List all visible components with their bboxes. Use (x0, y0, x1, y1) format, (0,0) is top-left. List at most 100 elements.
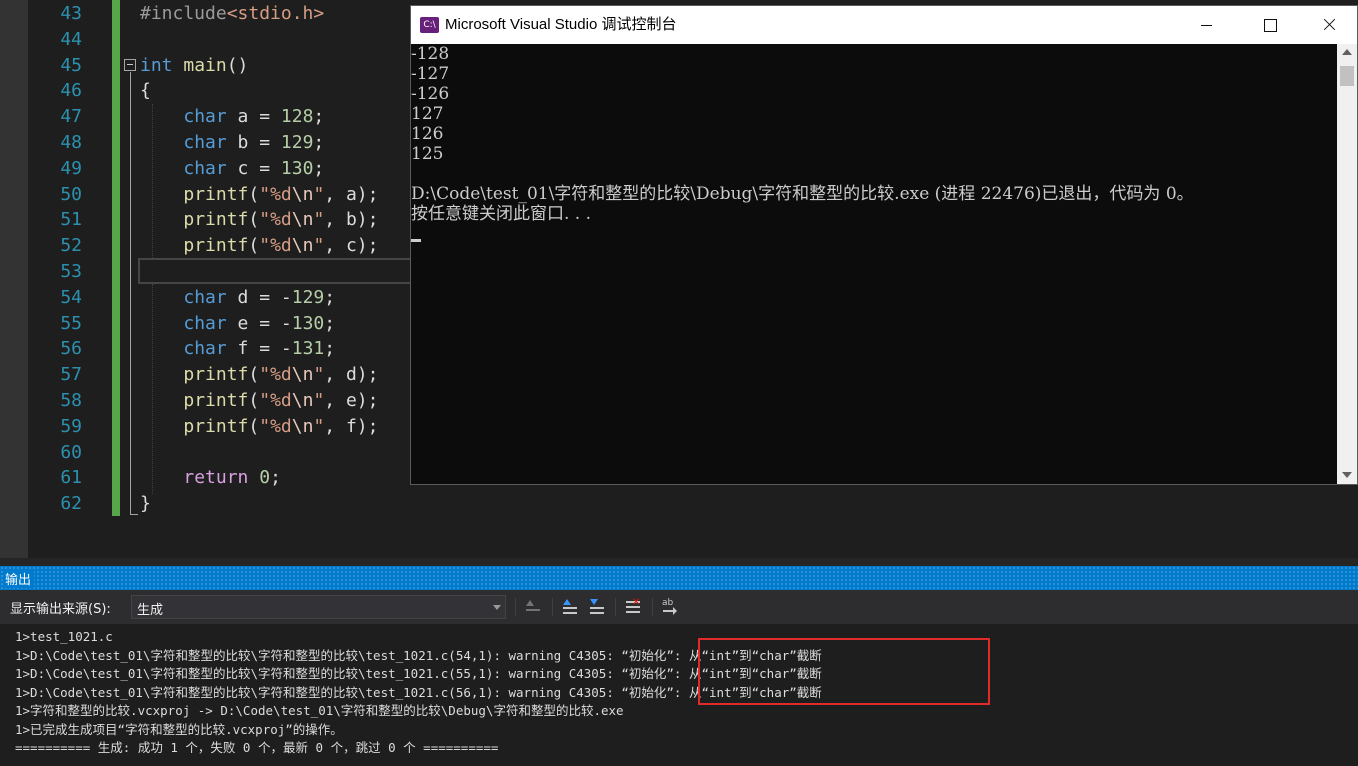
console-scrollbar[interactable] (1337, 44, 1357, 484)
code-text: char c = 130; (140, 156, 324, 182)
code-token: ( (248, 209, 260, 231)
code-token: return (183, 467, 249, 489)
code-token: ( (248, 235, 260, 257)
code-token: , d); (324, 364, 379, 386)
code-text: } (140, 491, 151, 517)
log-line: 1>test_1021.c (15, 629, 113, 644)
code-token: "%d (259, 364, 292, 386)
code-text: printf("%d\n", b); (140, 207, 378, 233)
output-source-dropdown[interactable]: 生成 (131, 595, 506, 619)
code-token: \n (291, 209, 314, 231)
code-text: printf("%d\n", c); (140, 233, 378, 259)
code-token: ; (313, 157, 325, 179)
console-output[interactable]: -128 -127 -126 127 126 125 D:\Code\test_… (411, 44, 1337, 484)
code-token: main (183, 54, 227, 76)
line-number: 43 (60, 3, 82, 24)
code-token: 0 (259, 467, 271, 489)
code-token: f = - (226, 338, 292, 360)
code-token: char (183, 338, 227, 360)
toolbar-separator (652, 598, 653, 616)
code-token: char (183, 157, 227, 179)
code-token: ; (313, 132, 325, 153)
code-token: 129 (291, 286, 325, 308)
find-message-in-code-icon[interactable] (524, 597, 544, 617)
line-number: 51 (60, 209, 82, 231)
maximize-button[interactable] (1239, 6, 1299, 44)
code-token: printf (183, 235, 249, 257)
log-line: 1>已完成生成项目“字符和整型的比较.vcxproj”的操作。 (15, 721, 343, 737)
minimize-button[interactable] (1177, 6, 1237, 44)
word-wrap-icon[interactable]: ab (661, 597, 681, 617)
code-token: ( (248, 364, 260, 386)
code-text: printf("%d\n", f); (140, 414, 378, 440)
close-button[interactable] (1299, 6, 1358, 44)
code-token: \n (291, 415, 314, 437)
console-title-bar[interactable]: C:\ Microsoft Visual Studio 调试控制台 (411, 6, 1357, 44)
scrollbar-thumb[interactable] (1340, 66, 1354, 86)
next-message-icon[interactable] (588, 597, 608, 617)
line-number: 50 (60, 183, 82, 205)
code-text: #include<stdio.h> (140, 1, 324, 27)
line-number: 62 (60, 493, 82, 515)
code-text: int main() (140, 53, 248, 79)
code-token: "%d (259, 390, 292, 411)
code-token: printf (183, 390, 249, 411)
code-token: char (183, 132, 227, 153)
code-token: " (313, 415, 325, 437)
code-token: 130 (291, 312, 325, 334)
code-token: ( (248, 183, 260, 205)
code-token: int (140, 54, 173, 76)
code-token: b = (226, 132, 281, 153)
code-token: () (226, 54, 249, 76)
code-text: char e = -130; (140, 311, 335, 337)
code-token: ( (248, 390, 260, 411)
clear-all-icon[interactable]: ✕ (624, 597, 644, 617)
code-token: ; (313, 106, 325, 128)
code-token: printf (183, 209, 249, 231)
console-line: 按任意键关闭此窗口. . . (411, 204, 592, 224)
scroll-down-arrow-icon[interactable] (1342, 472, 1352, 478)
line-number: 60 (60, 441, 82, 463)
code-token: "%d (259, 183, 292, 205)
line-number: 61 (60, 467, 82, 489)
code-token: e = - (226, 312, 292, 334)
code-token: 131 (291, 338, 325, 360)
debug-console-window[interactable]: C:\ Microsoft Visual Studio 调试控制台 -128 -… (410, 5, 1358, 485)
output-source-value: 生成 (137, 603, 164, 618)
line-number: 48 (60, 132, 82, 153)
output-source-label: 显示输出来源(S): (10, 602, 111, 617)
code-token: " (313, 364, 325, 386)
output-panel-title: 输出 (5, 569, 35, 588)
console-line: -126 (411, 84, 450, 104)
output-panel-header[interactable]: 输出 (0, 566, 1358, 590)
code-token: ; (270, 467, 281, 489)
code-token: \n (291, 235, 314, 257)
output-log[interactable]: 1>test_1021.c 1>D:\Code\test_01\字符和整型的比较… (0, 624, 1358, 766)
line-number: 49 (60, 157, 82, 179)
log-line: ========== 生成: 成功 1 个，失败 0 个，最新 0 个，跳过 0… (15, 740, 499, 755)
console-line: 125 (411, 144, 444, 164)
code-token: " (313, 235, 325, 257)
code-token: printf (183, 364, 249, 386)
panel-splitter[interactable] (0, 558, 1358, 566)
code-token: a = (226, 106, 281, 128)
code-token: \n (291, 390, 314, 411)
console-line: D:\Code\test_01\字符和整型的比较\Debug\字符和整型的比较.… (411, 184, 1194, 204)
code-token: 130 (280, 157, 314, 179)
previous-message-icon[interactable] (561, 597, 581, 617)
scroll-up-arrow-icon[interactable] (1342, 49, 1352, 55)
code-token: , c); (324, 235, 379, 257)
code-text: printf("%d\n", e); (140, 388, 378, 414)
console-title: Microsoft Visual Studio 调试控制台 (445, 16, 677, 33)
line-number: 54 (60, 286, 82, 308)
code-text: char b = 129; (140, 130, 324, 156)
code-token: , e); (324, 390, 379, 411)
